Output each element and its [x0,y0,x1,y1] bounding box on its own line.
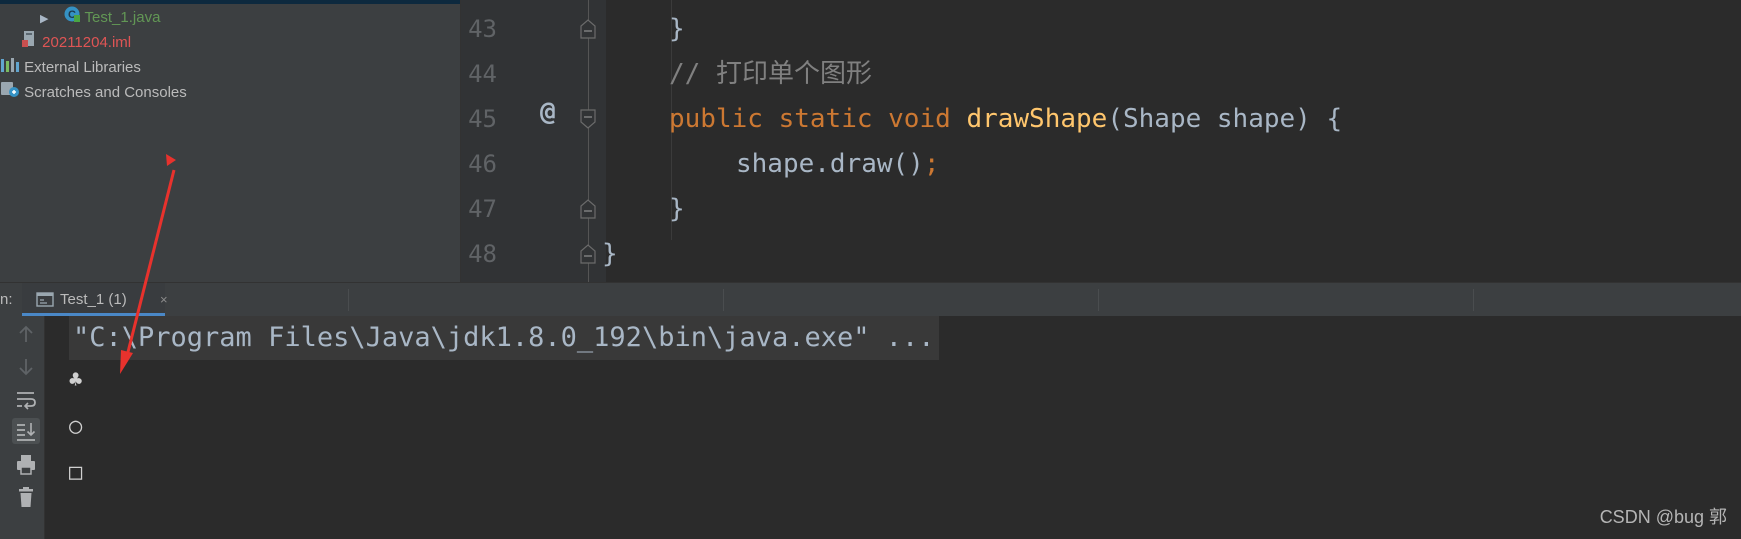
method-params: (Shape shape) { [1107,104,1343,134]
java-class-icon: C [63,5,81,31]
line-number: 46 [468,150,497,178]
code-brace: } [669,194,685,224]
editor-gutter: 43 44 45 46 47 48 @ [461,0,606,282]
line-number: 47 [468,195,497,223]
method-name: drawShape [966,104,1108,134]
ide-window: ▶ C Test_1.java 20211204.iml External Li… [0,0,1741,539]
code-call: shape.draw() [736,149,924,179]
fold-end-icon[interactable] [579,19,597,39]
keyword-void: void [888,104,951,134]
up-arrow-icon[interactable] [12,322,40,348]
scroll-to-end-icon[interactable] [12,418,40,444]
code-line-48: } [602,232,618,277]
expand-arrow-icon[interactable]: ▶ [40,13,48,25]
keyword-public: public [669,104,763,134]
print-icon[interactable] [12,452,40,478]
run-tab-label: Test_1 (1) [60,291,127,308]
code-line-47: } [669,187,685,232]
watermark: CSDN @bug 郭 [1599,507,1727,527]
trash-icon[interactable] [12,484,40,510]
console-output-line: ○ [69,414,83,439]
line-number: 43 [468,15,497,43]
soft-wrap-icon[interactable] [12,386,40,412]
line-number: 44 [468,60,497,88]
run-tab[interactable]: Test_1 (1) × [22,283,168,316]
selected-row-edge [0,0,460,4]
header-divider [723,289,724,311]
gutter-separator [588,0,589,282]
tree-item-iml[interactable]: 20211204.iml [22,30,131,55]
keyword-static: static [778,104,873,134]
tree-item-label: 20211204.iml [42,34,132,51]
code-brace: } [669,14,685,44]
header-divider [1098,289,1099,311]
project-tree-panel: ▶ C Test_1.java 20211204.iml External Li… [0,0,461,282]
tree-item-external-libraries[interactable]: External Libraries [0,55,141,80]
console-icon [36,292,54,307]
code-line-44: // 打印单个图形 [669,52,872,97]
header-divider [1473,289,1474,311]
run-label: n: [0,291,13,308]
console-output-line: □ [69,460,83,485]
line-number: 45 [468,105,497,133]
scratches-icon [0,80,20,106]
code-semicolon: ; [923,149,940,179]
down-arrow-icon[interactable] [12,354,40,380]
code-line-43: } [669,7,685,52]
line-number: 48 [468,240,497,268]
run-toolbar [0,316,45,539]
fold-start-icon[interactable] [579,109,597,129]
tree-item-test1-java[interactable]: ▶ C Test_1.java [40,5,160,30]
close-icon[interactable]: × [160,283,168,316]
console-output-line: ♣ [69,368,83,393]
tree-item-label: External Libraries [24,59,141,76]
code-comment: // 打印单个图形 [669,59,872,89]
tree-item-scratches[interactable]: Scratches and Consoles [0,80,187,105]
libraries-icon [0,56,20,81]
override-marker-icon[interactable]: @ [540,97,556,127]
code-brace: } [602,239,618,269]
fold-end-icon[interactable] [579,244,597,264]
fold-end-icon[interactable] [579,199,597,219]
module-file-icon [22,30,38,56]
console-output[interactable]: "C:\Program Files\Java\jdk1.8.0_192\bin\… [45,316,1741,539]
header-divider [348,289,349,311]
code-editor[interactable]: 43 44 45 46 47 48 @ } // 打印单个图形 public s… [461,0,1741,282]
console-command-line: "C:\Program Files\Java\jdk1.8.0_192\bin\… [69,316,939,360]
run-window-header: n: Test_1 (1) × [0,282,1741,317]
tree-item-label: Scratches and Consoles [24,84,187,101]
code-line-46: shape.draw(); [736,142,940,187]
tree-item-label: Test_1.java [84,9,161,26]
code-line-45: public static void drawShape(Shape shape… [669,97,1342,142]
